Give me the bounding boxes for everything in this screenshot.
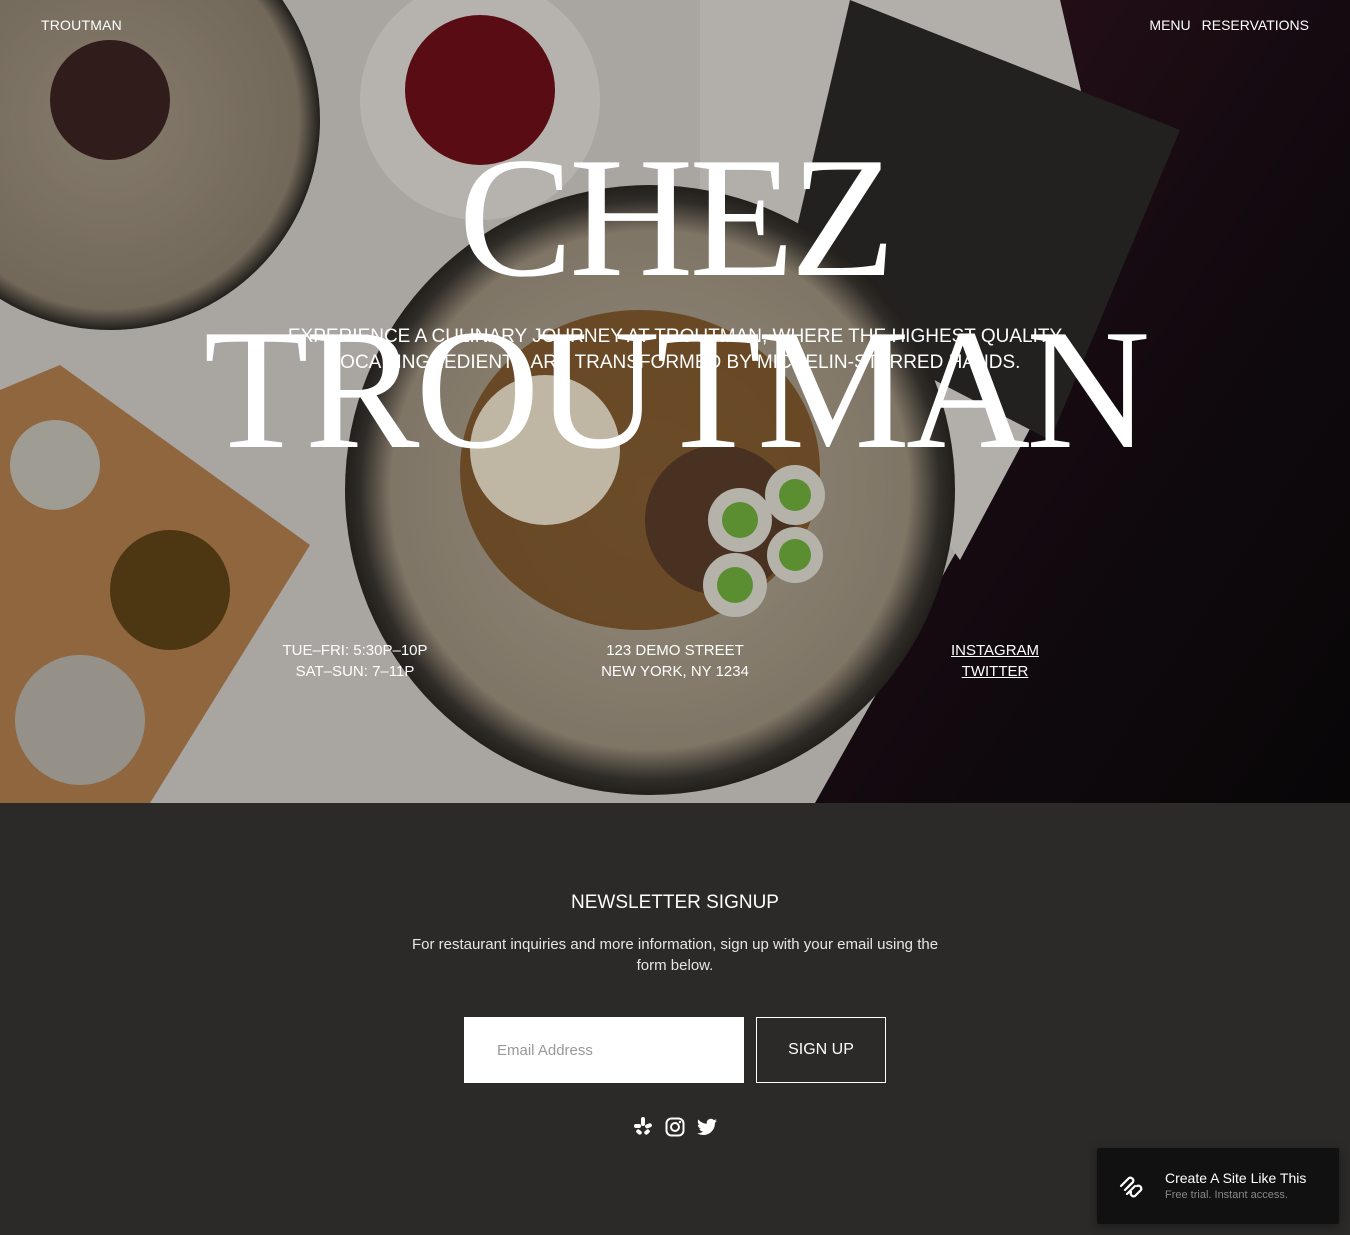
create-site-badge[interactable]: Create A Site Like This Free trial. Inst… <box>1097 1148 1339 1224</box>
hero-tagline-line: LOCAL INGREDIENTS ARE TRANSFORMED BY MIC… <box>329 352 1021 373</box>
address-line: 123 DEMO STREET <box>606 642 744 659</box>
nav-link-reservations[interactable]: RESERVATIONS <box>1202 17 1309 33</box>
nav-link-menu[interactable]: MENU <box>1149 17 1190 33</box>
hours-line: TUE–FRI: 5:30P–10P <box>282 642 428 659</box>
hero-title: CHEZ TROUTMAN <box>203 123 1151 485</box>
instagram-icon[interactable] <box>665 1116 685 1138</box>
hours-line: SAT–SUN: 7–11P <box>295 663 415 680</box>
address-line: NEW YORK, NY 1234 <box>601 663 749 680</box>
hero-section: TROUTMAN MENU RESERVATIONS CHEZ TROUTMAN… <box>0 0 1350 803</box>
hero-tagline-line: EXPERIENCE A CULINARY JOURNEY AT TROUTMA… <box>287 326 1063 347</box>
email-input[interactable] <box>464 1017 744 1083</box>
twitter-link[interactable]: TWITTER <box>865 661 1125 682</box>
hero-tagline: EXPERIENCE A CULINARY JOURNEY AT TROUTMA… <box>270 324 1080 376</box>
hours-block: TUE–FRI: 5:30P–10P SAT–SUN: 7–11P <box>225 640 485 682</box>
footer-social-icons <box>633 1116 717 1138</box>
signup-button[interactable]: SIGN UP <box>756 1017 886 1083</box>
yelp-icon[interactable] <box>633 1116 653 1138</box>
instagram-link[interactable]: INSTAGRAM <box>865 640 1125 661</box>
newsletter-title: NEWSLETTER SIGNUP <box>571 892 779 913</box>
badge-subtitle: Free trial. Instant access. <box>1165 1189 1288 1201</box>
squarespace-logo-icon <box>1119 1176 1143 1198</box>
newsletter-description: For restaurant inquiries and more inform… <box>411 936 939 974</box>
site-logo-link[interactable]: TROUTMAN <box>41 17 122 33</box>
address-block: 123 DEMO STREET NEW YORK, NY 1234 <box>545 640 805 682</box>
badge-title: Create A Site Like This <box>1165 1170 1307 1186</box>
main-nav: MENU RESERVATIONS <box>1149 17 1309 33</box>
twitter-icon[interactable] <box>697 1116 717 1138</box>
social-links-block: INSTAGRAM TWITTER <box>865 640 1125 682</box>
